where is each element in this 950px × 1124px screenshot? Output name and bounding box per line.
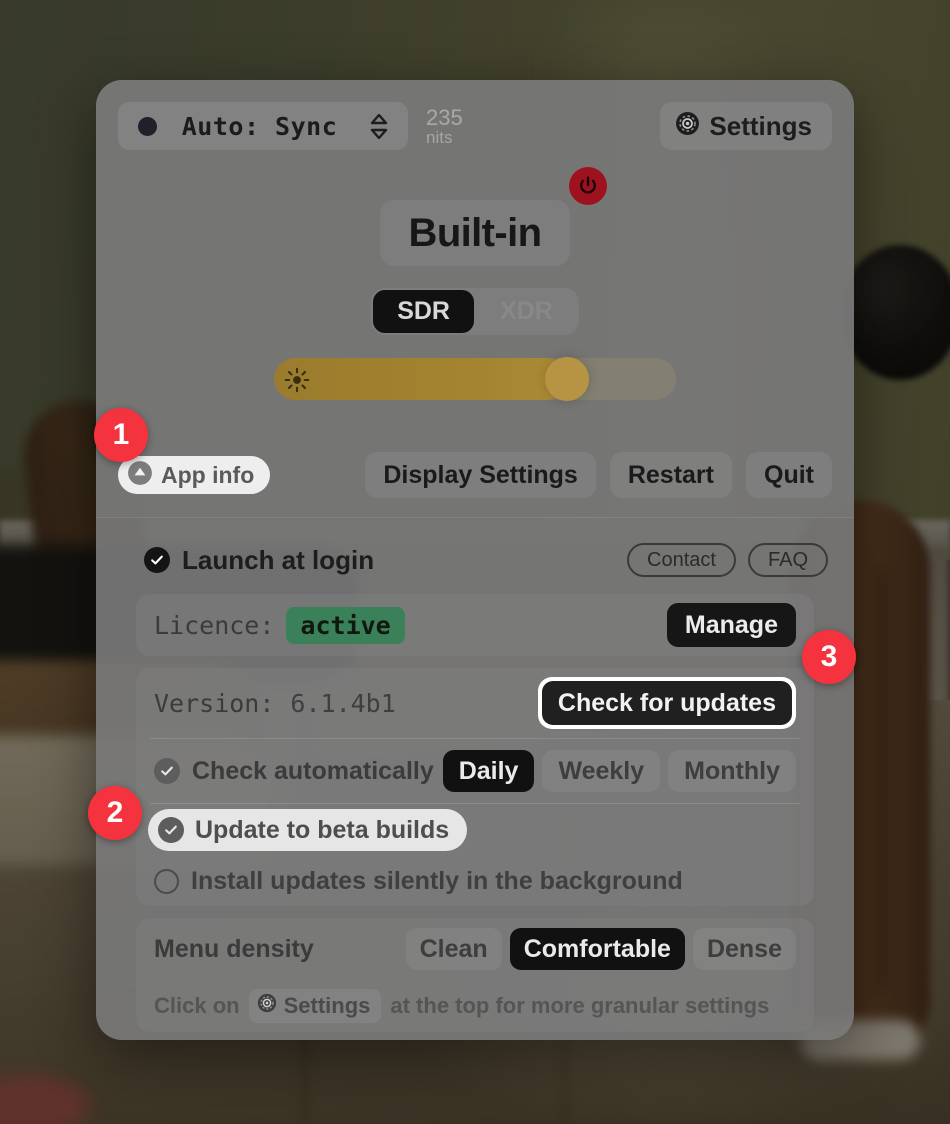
gear-icon [257,993,277,1019]
app-info-icon [127,460,153,491]
quit-button[interactable]: Quit [746,452,832,498]
density-comfortable[interactable]: Comfortable [509,928,685,970]
settings-button-label: Settings [709,110,812,141]
hint-suffix: at the top for more granular settings [390,993,770,1018]
version-value: 6.1.4b1 [290,688,396,718]
menu-density-label: Menu density [154,934,314,963]
launch-at-login-row: Launch at login Contact FAQ [144,540,828,580]
brightness-fill [274,358,568,400]
settings-section: Launch at login Contact FAQ Licence: act… [96,518,854,1040]
check-filled-icon[interactable] [158,817,184,843]
beta-builds-label: Update to beta builds [195,815,450,844]
gear-icon [675,111,700,141]
menu-density-row: Menu density Clean Comfortable Dense [154,918,796,980]
callout-badge-3: 3 [802,630,856,684]
mode-select-label: Auto: Sync [181,111,338,141]
callout-badge-2: 2 [88,786,142,840]
check-for-updates-highlight: Check for updates [537,677,796,729]
app-panel: Auto: Sync 235 nits Settings Built-in SD… [96,80,854,1040]
app-info-label: App info [161,461,255,488]
silent-install-row[interactable]: Install updates silently in the backgrou… [154,856,796,906]
check-filled-icon[interactable] [154,758,180,784]
beta-builds-row: Update to beta builds [148,804,796,856]
nits-readout: 235 nits [426,104,463,147]
display-settings-button[interactable]: Display Settings [365,452,596,498]
check-automatically-label: Check automatically [192,756,434,785]
version-row: Version: 6.1.4b1 Check for updates [154,668,796,738]
restart-button[interactable]: Restart [609,452,732,498]
manage-licence-button[interactable]: Manage [666,603,796,647]
dynamic-range-segment: SDR XDR [96,288,854,335]
silent-install-label: Install updates silently in the backgrou… [191,866,683,895]
hint-prefix: Click on [154,993,240,1018]
display-name-label: Built-in [408,210,543,255]
segment-xdr[interactable]: XDR [476,290,577,333]
launch-at-login-label: Launch at login [182,544,375,575]
licence-row: Licence: active Manage [154,594,796,656]
contact-button[interactable]: Contact [627,543,736,577]
frequency-monthly[interactable]: Monthly [668,750,796,792]
power-icon[interactable] [569,167,607,205]
beta-builds-highlight[interactable]: Update to beta builds [148,809,468,851]
frequency-daily[interactable]: Daily [442,750,535,792]
menu-density-card: Menu density Clean Comfortable Dense Cli… [136,918,814,1032]
licence-card: Licence: active Manage [136,594,814,656]
app-info-button[interactable]: App info [118,456,271,494]
licence-status-badge: active [286,606,405,644]
check-automatically-row: Check automatically Daily Weekly Monthly [154,739,796,803]
brightness-track[interactable] [274,358,676,400]
help-links: Contact FAQ [627,543,828,577]
nits-unit: nits [426,127,453,147]
brightness-slider[interactable] [274,357,676,401]
hint-settings-chip: Settings [248,989,382,1023]
density-clean[interactable]: Clean [405,928,502,970]
version-label: Version: [154,688,275,718]
check-filled-icon[interactable] [144,547,170,573]
menu-density-group: Clean Comfortable Dense [405,928,796,970]
chevron-updown-icon[interactable] [368,109,390,143]
display-name-block: Built-in [96,167,854,266]
faq-button[interactable]: FAQ [747,543,828,577]
panel-header: Auto: Sync 235 nits Settings [118,100,832,152]
radio-empty-icon[interactable] [154,868,179,894]
settings-button[interactable]: Settings [660,102,832,150]
actions-right-group: Display Settings Restart Quit [365,452,832,498]
segment-sdr[interactable]: SDR [373,290,474,333]
settings-hint-row: Click on Settings at the top for more gr… [154,980,796,1032]
actions-row: App info Display Settings Restart Quit [118,452,832,498]
display-name-chip[interactable]: Built-in [380,167,607,266]
callout-badge-1: 1 [94,408,148,462]
hint-chip-label: Settings [283,993,371,1018]
update-frequency-group: Daily Weekly Monthly [442,750,796,792]
dynamic-range-group: SDR XDR [371,288,579,335]
check-for-updates-button[interactable]: Check for updates [541,681,792,725]
density-dense[interactable]: Dense [692,928,796,970]
sun-icon [284,367,310,398]
frequency-weekly[interactable]: Weekly [542,750,661,792]
nits-value: 235 [426,104,463,130]
updates-card: Version: 6.1.4b1 Check for updates Check… [136,668,814,906]
licence-label: Licence: [154,610,275,640]
mode-select[interactable]: Auto: Sync [118,102,408,150]
